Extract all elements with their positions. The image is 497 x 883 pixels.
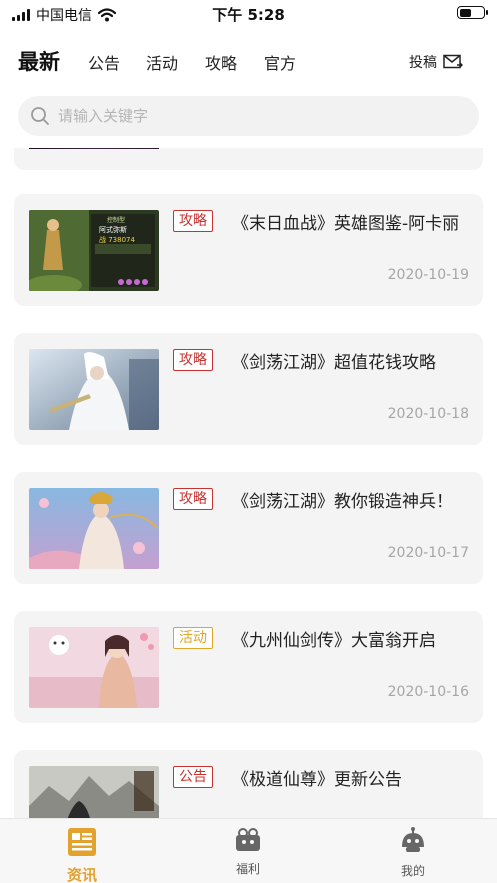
- status-time: 下午 5:28: [212, 6, 285, 24]
- tab-official[interactable]: 官方: [264, 50, 296, 74]
- search-bar[interactable]: [18, 96, 479, 136]
- article-tag: 活动: [173, 627, 213, 649]
- list-item[interactable]: 攻略 《剑荡江湖》教你锻造神兵！ 2020-10-17: [14, 472, 483, 584]
- news-icon: [68, 828, 96, 856]
- article-title: 《剑荡江湖》教你锻造神兵！: [232, 492, 453, 512]
- profile-icon: [402, 827, 424, 852]
- article-thumbnail: [29, 627, 159, 708]
- tab-profile-label: 我的: [400, 864, 425, 878]
- tab-news[interactable]: 资讯: [32, 827, 132, 883]
- tab-activity[interactable]: 活动: [146, 50, 178, 74]
- article-tag: 公告: [173, 766, 213, 788]
- article-thumbnail: 控制型 阿式弥斯 战 738074: [29, 210, 159, 291]
- tab-welfare-label: 福利: [235, 862, 260, 876]
- article-title: 《剑荡江湖》超值花钱攻略: [232, 353, 436, 373]
- list-item[interactable]: 控制型 阿式弥斯 战 738074 攻略 《末日血战》英雄图鉴-阿卡丽 2020…: [14, 194, 483, 306]
- bottom-tab-bar: 资讯 福利 我的: [0, 818, 497, 883]
- tab-latest[interactable]: 最新: [18, 46, 60, 76]
- tab-welfare[interactable]: 福利: [198, 827, 298, 877]
- tab-announcement[interactable]: 公告: [88, 50, 120, 74]
- article-date: 2020-10-16: [387, 684, 469, 700]
- list-item[interactable]: 公告 《极道仙尊》更新公告: [14, 750, 483, 818]
- tab-guide[interactable]: 攻略: [205, 50, 237, 74]
- thumb-badge: 控制型: [107, 216, 125, 224]
- search-icon: [31, 107, 49, 125]
- list-item[interactable]: 攻略 《剑荡江湖》超值花钱攻略 2020-10-18: [14, 333, 483, 445]
- submit-button[interactable]: 投稿: [409, 52, 463, 72]
- gift-icon: [236, 828, 260, 851]
- article-title: 《末日血战》英雄图鉴-阿卡丽: [232, 214, 460, 234]
- search-input[interactable]: [58, 107, 438, 125]
- article-tag: 攻略: [173, 488, 213, 510]
- article-thumbnail: [29, 148, 159, 149]
- article-date: 2020-10-19: [387, 267, 469, 283]
- thumb-hero-name: 阿式弥斯: [99, 225, 127, 234]
- submit-label: 投稿: [409, 55, 437, 71]
- top-nav: 最新 公告 活动 攻略 官方 投稿: [0, 40, 497, 84]
- mail-icon: [443, 54, 463, 69]
- article-title: 《九州仙剑传》大富翁开启: [232, 631, 436, 651]
- list-item[interactable]: 活动 《九州仙剑传》大富翁开启 2020-10-16: [14, 611, 483, 723]
- article-feed[interactable]: 控制型 阿式弥斯 战 738074 攻略 《末日血战》英雄图鉴-阿卡丽 2020…: [0, 148, 497, 818]
- article-tag: 攻略: [173, 349, 213, 371]
- tab-news-label: 资讯: [66, 866, 97, 883]
- article-thumbnail: [29, 766, 159, 818]
- article-tag: 攻略: [173, 210, 213, 232]
- article-date: 2020-10-18: [387, 406, 469, 422]
- thumb-power: 战 738074: [99, 235, 135, 244]
- status-bar: 中国电信 下午 5:28: [0, 0, 497, 28]
- tab-profile[interactable]: 我的: [363, 827, 463, 879]
- list-item[interactable]: [14, 148, 483, 170]
- article-thumbnail: [29, 488, 159, 569]
- article-title: 《极道仙尊》更新公告: [232, 770, 402, 790]
- article-thumbnail: [29, 349, 159, 430]
- article-date: 2020-10-17: [387, 545, 469, 561]
- battery-icon: [457, 6, 488, 19]
